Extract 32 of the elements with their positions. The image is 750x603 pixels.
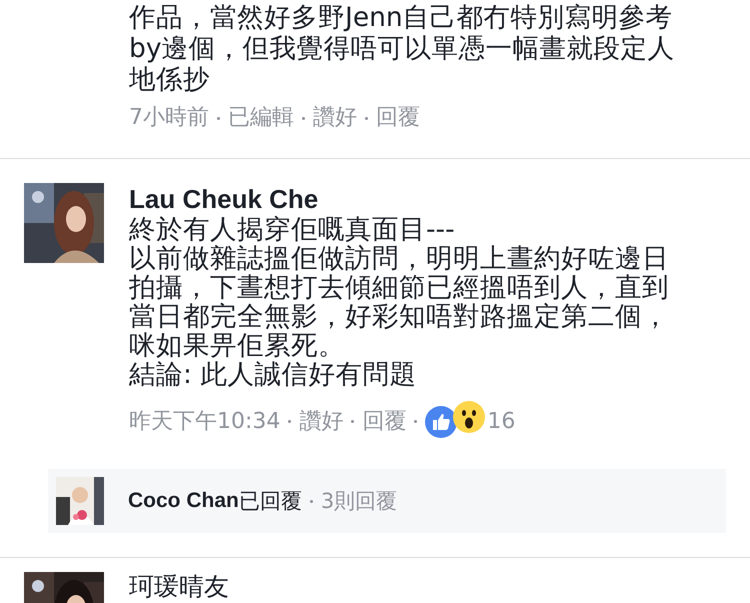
action-link[interactable]: 已編輯 <box>228 103 294 133</box>
comment-text: 作品，當然好多野Jenn自己都冇特別寫明參考 <box>129 2 674 33</box>
action-link[interactable]: 讚好 <box>313 103 357 133</box>
separator-dot <box>310 500 313 502</box>
separator-dot <box>217 116 220 120</box>
reply-action: 已回覆 <box>238 488 302 514</box>
action-link[interactable]: 回覆 <box>362 406 406 436</box>
comment-text: 拍攝，下晝想打去傾細節已經搵唔到人，直到 <box>129 273 670 302</box>
author-name[interactable]: 珂瑗晴友 <box>129 572 726 602</box>
comment-text: 結論: 此人誠信好有問題 <box>129 360 418 389</box>
comment-text: 咪如果畀佢累死。 <box>129 331 346 360</box>
replies-summary[interactable]: Coco Chan已回覆 3則回覆 <box>48 469 726 533</box>
separator-dot <box>414 420 418 423</box>
separator-dot <box>351 420 354 423</box>
timestamp: 昨天下午10:34 <box>129 408 280 436</box>
reply-count: 3則回覆 <box>320 488 398 515</box>
separator-dot <box>365 116 368 120</box>
comment-text: by邊個，但我覺得唔可以單憑一幅畫就段定人 <box>129 33 676 64</box>
action-link[interactable]: 回覆 <box>376 103 420 133</box>
comment-text: 以前做雜誌搵佢做訪問，明明上晝約好咗邊日 <box>129 244 670 273</box>
separator-dot <box>302 116 305 120</box>
timestamp: 7小時前 <box>129 104 209 132</box>
reaction-count[interactable]: 16 <box>487 406 516 436</box>
wow-reaction-icon <box>453 401 486 433</box>
comment-text: 當日都完全無影，好彩知唔對路搵定第二個， <box>129 302 670 331</box>
separator-dot <box>288 420 292 423</box>
like-reaction-icon <box>425 406 458 438</box>
author-name[interactable]: Lau Cheuk Che <box>129 183 726 215</box>
action-link[interactable]: 讚好 <box>299 406 344 436</box>
comment-text: 地係抄 <box>129 64 211 95</box>
comment-text: 終於有人揭穿佢嘅真面目--- <box>129 215 456 244</box>
reply-author: Coco Chan <box>128 488 239 514</box>
